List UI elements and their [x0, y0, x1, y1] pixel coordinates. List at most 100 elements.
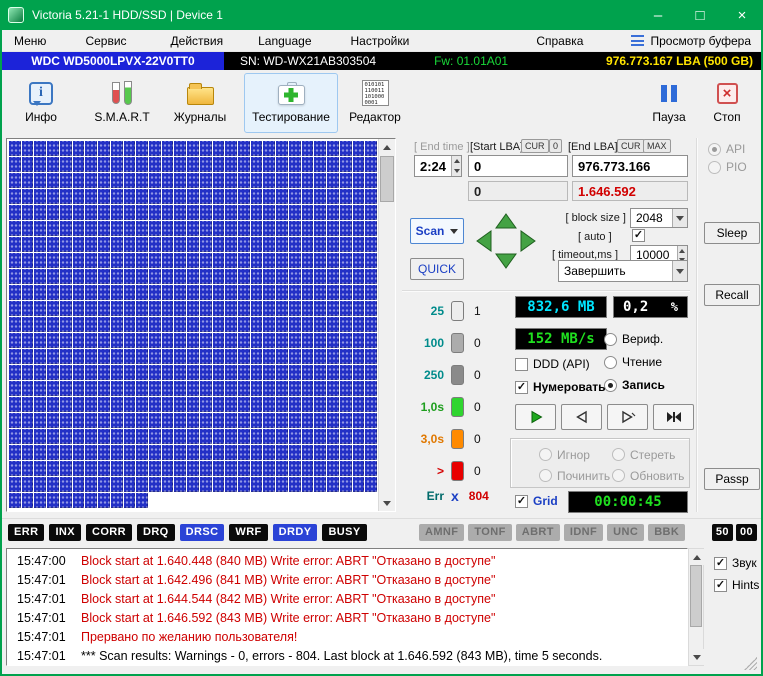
sleep-button[interactable]: Sleep	[704, 222, 760, 244]
radio-dot	[612, 448, 625, 461]
device-firmware: Fw: 01.01A01	[434, 54, 508, 68]
log-scrollbar[interactable]	[688, 548, 704, 666]
spin-down-icon[interactable]	[452, 166, 461, 176]
scan-block	[73, 285, 85, 300]
scrollbar-thumb[interactable]	[380, 156, 394, 202]
block-size-combo[interactable]: 2048	[630, 208, 688, 228]
api-radio[interactable]: API	[708, 142, 745, 156]
scan-block	[136, 429, 148, 444]
scan-block	[276, 141, 288, 156]
scan-block	[225, 189, 237, 204]
scan-block	[85, 141, 97, 156]
sound-checkbox[interactable]: ✓ Звук	[714, 556, 757, 570]
hints-checkbox[interactable]: ✓ Hints	[714, 578, 759, 592]
menu-item-4[interactable]: Настройки	[351, 34, 410, 48]
action-radio-1[interactable]: Стереть	[612, 447, 685, 462]
resize-grip[interactable]	[744, 657, 757, 670]
numerate-checkbox[interactable]: ✓ Нумеровать	[515, 380, 606, 394]
end-lba-max-button[interactable]: MAX	[643, 139, 671, 153]
scan-block	[251, 173, 263, 188]
end-lba-field[interactable]	[572, 155, 688, 177]
scan-block	[314, 157, 326, 172]
read-label: Чтение	[622, 355, 662, 369]
end-lba-input[interactable]	[573, 156, 687, 176]
auto-checkbox[interactable]: ✓	[632, 229, 645, 242]
scan-block	[85, 477, 97, 492]
recall-button[interactable]: Recall	[704, 284, 760, 306]
device-model[interactable]: WDC WD5000LPVX-22V0TT0	[2, 52, 224, 70]
verify-radio[interactable]: Вериф.	[604, 332, 663, 346]
scan-map-scrollbar[interactable]	[378, 139, 395, 511]
end-time-input[interactable]	[415, 156, 451, 176]
lba-nav-pad[interactable]	[470, 208, 542, 274]
scan-block	[276, 221, 288, 236]
end-time-spinner[interactable]	[414, 155, 462, 177]
scrollbar-thumb[interactable]	[690, 565, 702, 627]
pio-radio[interactable]: PIO	[708, 160, 747, 174]
spin-up-icon[interactable]	[678, 246, 687, 255]
scroll-down-button[interactable]	[689, 649, 705, 665]
on-end-action-combo[interactable]: Завершить	[558, 260, 688, 282]
action-radio-0[interactable]: Игнор	[539, 447, 612, 462]
action-radio-3[interactable]: Обновить	[612, 468, 685, 483]
read-radio[interactable]: Чтение	[604, 355, 662, 369]
menu-item-0[interactable]: Меню	[14, 34, 46, 48]
ddd-api-checkbox[interactable]: ✓ DDD (API)	[515, 357, 590, 371]
scroll-down-button[interactable]	[379, 495, 395, 511]
combo-arrow[interactable]	[672, 261, 687, 281]
smart-button[interactable]: S.M.A.R.T	[86, 73, 158, 133]
step-forward-button[interactable]	[607, 404, 648, 430]
start-lba-input[interactable]	[469, 156, 567, 176]
legend-row-4: 3,0s0	[414, 428, 510, 449]
radio-dot	[612, 469, 625, 482]
log-panel[interactable]: 15:47:00Block start at 1.640.448 (840 MB…	[6, 548, 688, 666]
scroll-up-button[interactable]	[379, 139, 395, 155]
scan-block	[238, 413, 250, 428]
seek-end-button[interactable]	[653, 404, 694, 430]
start-lba-cur-button[interactable]: CUR	[521, 139, 549, 153]
quick-button[interactable]: QUICK	[410, 258, 464, 280]
scan-block	[353, 333, 365, 348]
log-time: 15:47:00	[17, 552, 81, 571]
scan-block	[47, 381, 59, 396]
testing-button[interactable]: Тестирование	[244, 73, 338, 133]
grid-checkbox[interactable]: ✓ Grid	[515, 494, 558, 508]
status-flag-corr: CORR	[86, 524, 132, 541]
menu-item-3[interactable]: Language	[258, 34, 311, 48]
journals-button[interactable]: Журналы	[166, 73, 234, 133]
end-lba-cur-button[interactable]: CUR	[617, 139, 645, 153]
scan-block	[111, 349, 123, 364]
start-test-button[interactable]	[515, 404, 556, 430]
scan-block	[136, 285, 148, 300]
scan-block	[340, 173, 352, 188]
menu-item-2[interactable]: Действия	[171, 34, 224, 48]
action-radio-2[interactable]: Починить	[539, 468, 612, 483]
auto-label: [ auto ]	[578, 231, 612, 243]
scan-block	[136, 237, 148, 252]
scroll-up-button[interactable]	[689, 549, 705, 565]
combo-arrow[interactable]	[672, 209, 687, 227]
scan-block	[111, 157, 123, 172]
scan-block	[174, 429, 186, 444]
menu-item-1[interactable]: Сервис	[85, 34, 126, 48]
step-back-button[interactable]	[561, 404, 602, 430]
write-radio[interactable]: Запись	[604, 378, 665, 392]
minimize-button[interactable]: –	[637, 0, 679, 30]
pause-button[interactable]: Пауза	[644, 73, 694, 133]
menu-item-5[interactable]: Справка	[536, 34, 583, 48]
view-buffer-button[interactable]: Просмотр буфера	[631, 34, 751, 48]
close-button[interactable]: ×	[721, 0, 763, 30]
smart-label: S.M.A.R.T	[94, 110, 149, 124]
editor-button[interactable]: 010101 110011 101000 0001 Редактор	[342, 73, 408, 133]
info-button[interactable]: i Инфо	[10, 73, 72, 133]
end-time-spin-buttons[interactable]	[451, 156, 461, 176]
scan-block	[200, 445, 212, 460]
scan-block	[302, 189, 314, 204]
spin-up-icon[interactable]	[452, 156, 461, 166]
start-lba-field[interactable]	[468, 155, 568, 177]
stop-button[interactable]: × Стоп	[702, 73, 752, 133]
scan-mode-button[interactable]: Scan	[410, 218, 464, 244]
passp-button[interactable]: Passp	[704, 468, 760, 490]
scan-block	[276, 461, 288, 476]
maximize-button[interactable]: □	[679, 0, 721, 30]
